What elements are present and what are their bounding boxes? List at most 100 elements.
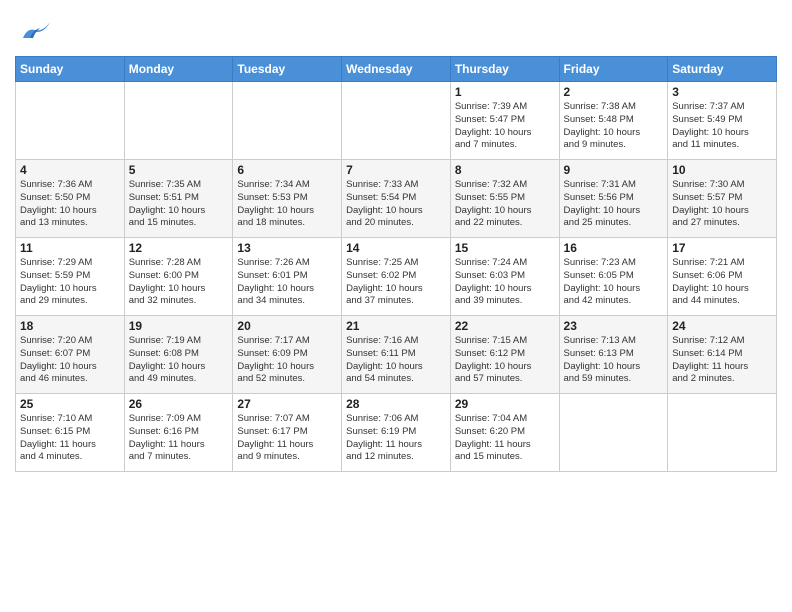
calendar: SundayMondayTuesdayWednesdayThursdayFrid… xyxy=(15,56,777,472)
calendar-cell: 15 Sunrise: 7:24 AM Sunset: 6:03 PM Dayli… xyxy=(450,238,559,316)
calendar-cell xyxy=(668,394,777,472)
day-info: Sunrise: 7:17 AM Sunset: 6:09 PM Dayligh… xyxy=(237,335,337,386)
day-info: Sunrise: 7:36 AM Sunset: 5:50 PM Dayligh… xyxy=(20,179,120,230)
calendar-cell: 28 Sunrise: 7:06 AM Sunset: 6:19 PM Dayli… xyxy=(342,394,451,472)
day-info: Sunrise: 7:24 AM Sunset: 6:03 PM Dayligh… xyxy=(455,257,555,308)
calendar-cell: 23Sunrise: 7:13 AM Sunset: 6:13 PM Dayli… xyxy=(559,316,668,394)
header xyxy=(15,10,777,50)
day-header-friday: Friday xyxy=(559,57,668,82)
day-number: 18 xyxy=(20,319,120,333)
calendar-cell: 2 Sunrise: 7:38 AM Sunset: 5:48 PM Daylig… xyxy=(559,82,668,160)
calendar-cell: 24 Sunrise: 7:12 AM Sunset: 6:14 PM Dayli… xyxy=(668,316,777,394)
week-row-2: 4Sunrise: 7:36 AM Sunset: 5:50 PM Daylig… xyxy=(16,160,777,238)
day-info: Sunrise: 7:29 AM Sunset: 5:59 PM Dayligh… xyxy=(20,257,120,308)
day-info: Sunrise: 7:35 AM Sunset: 5:51 PM Dayligh… xyxy=(129,179,229,230)
day-info: Sunrise: 7:06 AM Sunset: 6:19 PM Dayligh… xyxy=(346,413,446,464)
day-number: 10 xyxy=(672,163,772,177)
day-number: 7 xyxy=(346,163,446,177)
day-number: 16 xyxy=(564,241,664,255)
week-row-4: 18Sunrise: 7:20 AM Sunset: 6:07 PM Dayli… xyxy=(16,316,777,394)
day-info: Sunrise: 7:12 AM Sunset: 6:14 PM Dayligh… xyxy=(672,335,772,386)
calendar-cell: 22 Sunrise: 7:15 AM Sunset: 6:12 PM Dayli… xyxy=(450,316,559,394)
day-number: 21 xyxy=(346,319,446,333)
day-info: Sunrise: 7:16 AM Sunset: 6:11 PM Dayligh… xyxy=(346,335,446,386)
day-info: Sunrise: 7:28 AM Sunset: 6:00 PM Dayligh… xyxy=(129,257,229,308)
day-number: 13 xyxy=(237,241,337,255)
calendar-cell: 3 Sunrise: 7:37 AM Sunset: 5:49 PM Daylig… xyxy=(668,82,777,160)
day-number: 5 xyxy=(129,163,229,177)
day-number: 26 xyxy=(129,397,229,411)
calendar-cell: 14Sunrise: 7:25 AM Sunset: 6:02 PM Dayli… xyxy=(342,238,451,316)
calendar-cell: 26 Sunrise: 7:09 AM Sunset: 6:16 PM Dayli… xyxy=(124,394,233,472)
calendar-cell: 16 Sunrise: 7:23 AM Sunset: 6:05 PM Dayli… xyxy=(559,238,668,316)
day-number: 11 xyxy=(20,241,120,255)
calendar-cell: 9 Sunrise: 7:31 AM Sunset: 5:56 PM Daylig… xyxy=(559,160,668,238)
calendar-cell xyxy=(16,82,125,160)
day-number: 1 xyxy=(455,85,555,99)
day-number: 12 xyxy=(129,241,229,255)
calendar-cell: 27 Sunrise: 7:07 AM Sunset: 6:17 PM Dayli… xyxy=(233,394,342,472)
day-number: 6 xyxy=(237,163,337,177)
day-info: Sunrise: 7:30 AM Sunset: 5:57 PM Dayligh… xyxy=(672,179,772,230)
day-info: Sunrise: 7:26 AM Sunset: 6:01 PM Dayligh… xyxy=(237,257,337,308)
logo xyxy=(15,10,59,50)
bird-icon xyxy=(15,10,55,50)
calendar-cell: 18Sunrise: 7:20 AM Sunset: 6:07 PM Dayli… xyxy=(16,316,125,394)
calendar-cell: 17 Sunrise: 7:21 AM Sunset: 6:06 PM Dayli… xyxy=(668,238,777,316)
calendar-cell: 12 Sunrise: 7:28 AM Sunset: 6:00 PM Dayli… xyxy=(124,238,233,316)
page: SundayMondayTuesdayWednesdayThursdayFrid… xyxy=(0,0,792,612)
day-number: 25 xyxy=(20,397,120,411)
calendar-cell: 25 Sunrise: 7:10 AM Sunset: 6:15 PM Dayli… xyxy=(16,394,125,472)
day-number: 20 xyxy=(237,319,337,333)
calendar-cell xyxy=(559,394,668,472)
day-info: Sunrise: 7:32 AM Sunset: 5:55 PM Dayligh… xyxy=(455,179,555,230)
calendar-cell: 7Sunrise: 7:33 AM Sunset: 5:54 PM Daylig… xyxy=(342,160,451,238)
day-number: 28 xyxy=(346,397,446,411)
day-header-sunday: Sunday xyxy=(16,57,125,82)
calendar-cell: 11 Sunrise: 7:29 AM Sunset: 5:59 PM Dayli… xyxy=(16,238,125,316)
calendar-cell: 19Sunrise: 7:19 AM Sunset: 6:08 PM Dayli… xyxy=(124,316,233,394)
day-info: Sunrise: 7:38 AM Sunset: 5:48 PM Dayligh… xyxy=(564,101,664,152)
day-info: Sunrise: 7:15 AM Sunset: 6:12 PM Dayligh… xyxy=(455,335,555,386)
day-info: Sunrise: 7:13 AM Sunset: 6:13 PM Dayligh… xyxy=(564,335,664,386)
day-number: 14 xyxy=(346,241,446,255)
calendar-cell xyxy=(233,82,342,160)
day-number: 27 xyxy=(237,397,337,411)
calendar-cell: 1 Sunrise: 7:39 AM Sunset: 5:47 PM Daylig… xyxy=(450,82,559,160)
day-info: Sunrise: 7:04 AM Sunset: 6:20 PM Dayligh… xyxy=(455,413,555,464)
calendar-cell: 20 Sunrise: 7:17 AM Sunset: 6:09 PM Dayli… xyxy=(233,316,342,394)
calendar-cell: 29 Sunrise: 7:04 AM Sunset: 6:20 PM Dayli… xyxy=(450,394,559,472)
calendar-cell: 13 Sunrise: 7:26 AM Sunset: 6:01 PM Dayli… xyxy=(233,238,342,316)
week-row-5: 25 Sunrise: 7:10 AM Sunset: 6:15 PM Dayli… xyxy=(16,394,777,472)
calendar-cell xyxy=(124,82,233,160)
day-info: Sunrise: 7:10 AM Sunset: 6:15 PM Dayligh… xyxy=(20,413,120,464)
day-header-monday: Monday xyxy=(124,57,233,82)
day-info: Sunrise: 7:09 AM Sunset: 6:16 PM Dayligh… xyxy=(129,413,229,464)
day-number: 17 xyxy=(672,241,772,255)
day-number: 29 xyxy=(455,397,555,411)
day-info: Sunrise: 7:37 AM Sunset: 5:49 PM Dayligh… xyxy=(672,101,772,152)
calendar-cell: 10 Sunrise: 7:30 AM Sunset: 5:57 PM Dayli… xyxy=(668,160,777,238)
day-info: Sunrise: 7:21 AM Sunset: 6:06 PM Dayligh… xyxy=(672,257,772,308)
day-number: 3 xyxy=(672,85,772,99)
day-info: Sunrise: 7:39 AM Sunset: 5:47 PM Dayligh… xyxy=(455,101,555,152)
week-row-1: 1 Sunrise: 7:39 AM Sunset: 5:47 PM Daylig… xyxy=(16,82,777,160)
day-info: Sunrise: 7:31 AM Sunset: 5:56 PM Dayligh… xyxy=(564,179,664,230)
day-info: Sunrise: 7:23 AM Sunset: 6:05 PM Dayligh… xyxy=(564,257,664,308)
calendar-cell: 6 Sunrise: 7:34 AM Sunset: 5:53 PM Daylig… xyxy=(233,160,342,238)
day-info: Sunrise: 7:34 AM Sunset: 5:53 PM Dayligh… xyxy=(237,179,337,230)
day-header-tuesday: Tuesday xyxy=(233,57,342,82)
calendar-cell: 8 Sunrise: 7:32 AM Sunset: 5:55 PM Daylig… xyxy=(450,160,559,238)
day-number: 9 xyxy=(564,163,664,177)
calendar-header-row: SundayMondayTuesdayWednesdayThursdayFrid… xyxy=(16,57,777,82)
calendar-cell: 4Sunrise: 7:36 AM Sunset: 5:50 PM Daylig… xyxy=(16,160,125,238)
week-row-3: 11 Sunrise: 7:29 AM Sunset: 5:59 PM Dayli… xyxy=(16,238,777,316)
day-number: 19 xyxy=(129,319,229,333)
day-info: Sunrise: 7:07 AM Sunset: 6:17 PM Dayligh… xyxy=(237,413,337,464)
day-number: 22 xyxy=(455,319,555,333)
day-number: 8 xyxy=(455,163,555,177)
day-number: 24 xyxy=(672,319,772,333)
day-number: 15 xyxy=(455,241,555,255)
day-header-wednesday: Wednesday xyxy=(342,57,451,82)
day-number: 2 xyxy=(564,85,664,99)
